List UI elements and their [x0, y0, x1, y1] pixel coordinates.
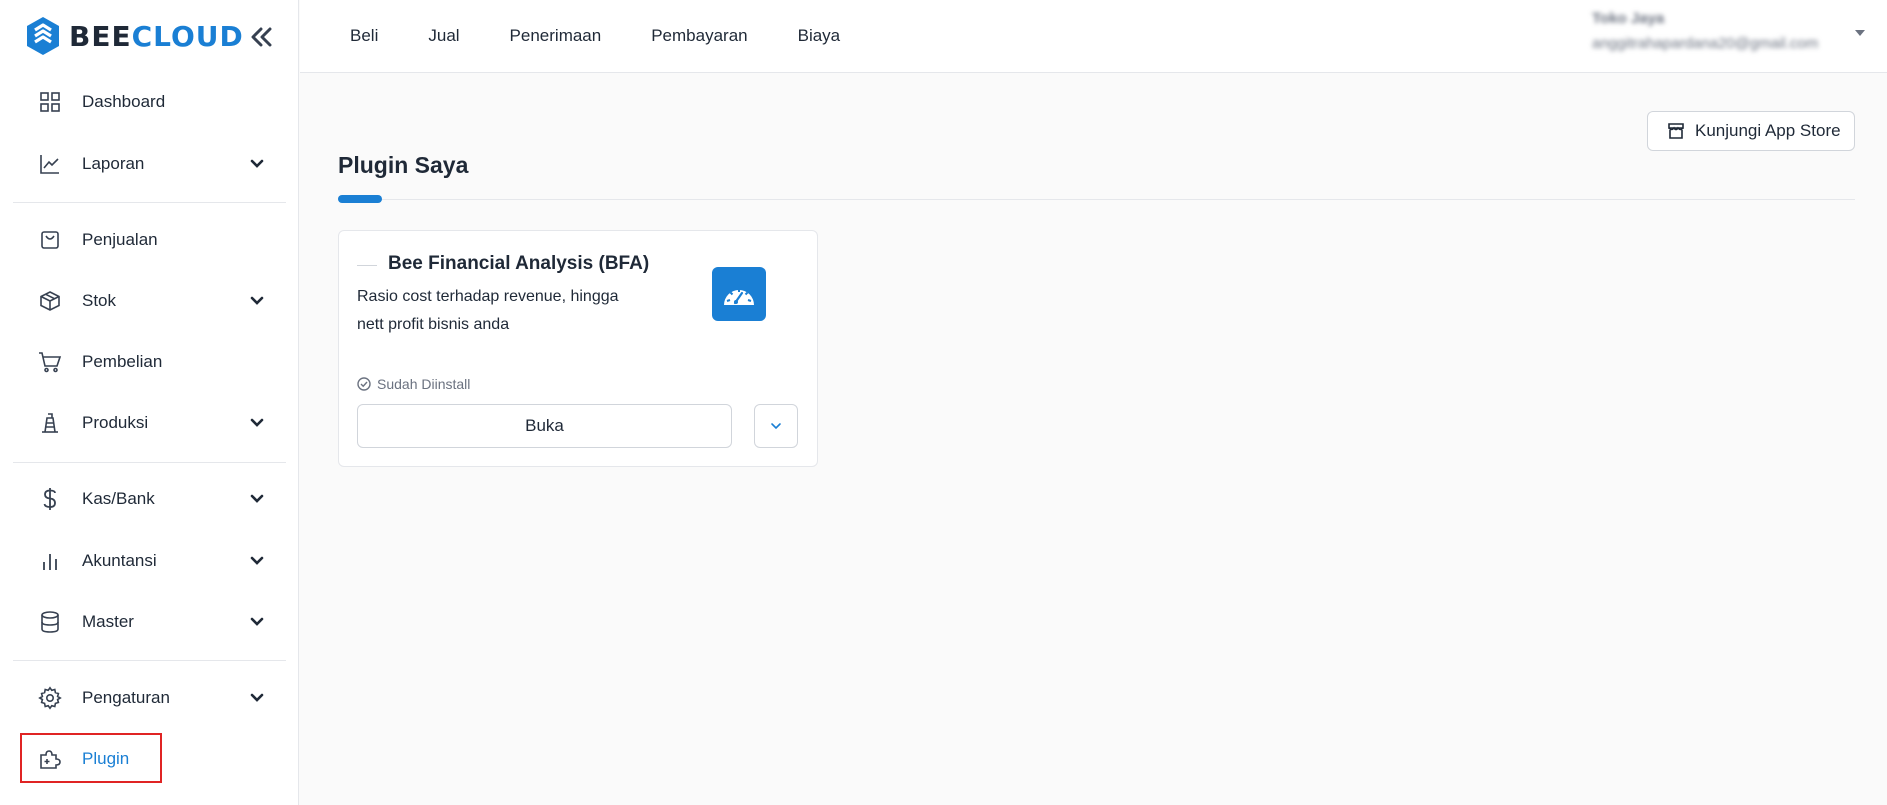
brand-name: BEECLOUD: [69, 20, 244, 53]
installed-status: Sudah Diinstall: [357, 376, 470, 392]
plugin-options-button[interactable]: [754, 404, 798, 448]
chevron-down-icon: [247, 612, 267, 632]
user-menu[interactable]: Toko Jaya anggitrahapardana20@gmail.com: [1592, 10, 1852, 52]
factory-icon: [35, 408, 65, 438]
plugin-card: Bee Financial Analysis (BFA) Rasio cost …: [338, 230, 818, 467]
check-circle-icon: [357, 377, 371, 391]
shopping-bag-icon: [35, 225, 65, 255]
bar-chart-icon: [35, 546, 65, 576]
chevron-down-icon: [247, 154, 267, 174]
chevron-down-icon: [771, 423, 781, 430]
dollar-icon: [35, 484, 65, 514]
installed-status-text: Sudah Diinstall: [377, 376, 471, 392]
user-email: anggitrahapardana20@gmail.com: [1592, 35, 1819, 52]
chevron-down-icon: [247, 551, 267, 571]
main-content: Kunjungi App Store Plugin Saya Bee Finan…: [300, 74, 1887, 805]
speedometer-icon: [724, 289, 754, 305]
sidebar-item-master[interactable]: Master: [22, 598, 277, 646]
plugin-title: Bee Financial Analysis (BFA): [388, 253, 650, 274]
double-chevron-left-icon: [251, 27, 272, 47]
topnav-jual[interactable]: Jual: [428, 26, 459, 46]
sidebar-item-stok[interactable]: Stok: [22, 277, 277, 325]
grid-icon: [35, 87, 65, 117]
plugin-highlight-box: [20, 733, 162, 783]
user-name: Toko Jaya: [1592, 10, 1665, 27]
beecloud-logo-icon: [27, 17, 59, 55]
sidebar-item-label: Produksi: [82, 413, 149, 432]
sidebar-item-penjualan[interactable]: Penjualan: [22, 216, 277, 264]
sidebar-item-label: Laporan: [82, 154, 145, 173]
logo[interactable]: BEECLOUD: [0, 0, 298, 72]
topnav-penerimaan[interactable]: Penerimaan: [510, 26, 602, 46]
sidebar-item-label: Kas/Bank: [82, 489, 155, 508]
collapse-sidebar-button[interactable]: [246, 22, 276, 52]
line-chart-icon: [35, 149, 65, 179]
sidebar-item-label: Pengaturan: [82, 688, 170, 707]
card-dash: [357, 265, 377, 266]
sidebar-divider: [13, 202, 286, 203]
sidebar-divider: [13, 462, 286, 463]
page-title: Plugin Saya: [338, 152, 469, 178]
cart-icon: [35, 347, 65, 377]
top-bar: Beli Jual Penerimaan Pembayaran Biaya To…: [300, 0, 1887, 73]
sidebar-item-label: Master: [82, 612, 134, 631]
sidebar-item-dashboard[interactable]: Dashboard: [22, 78, 277, 126]
sidebar-item-label: Akuntansi: [82, 551, 157, 570]
sidebar-item-pembelian[interactable]: Pembelian: [22, 338, 277, 386]
sidebar-item-label: Pembelian: [82, 352, 163, 371]
gear-icon: [35, 683, 65, 713]
sidebar: BEECLOUD Dashboard Laporan Penjualan Sto…: [0, 0, 299, 805]
plugin-description: Rasio cost terhadap revenue, hingga nett…: [357, 288, 619, 333]
sidebar-item-label: Penjualan: [82, 230, 158, 249]
sidebar-item-pengaturan[interactable]: Pengaturan: [22, 674, 277, 722]
sidebar-item-laporan[interactable]: Laporan: [22, 140, 277, 188]
sidebar-item-kas-bank[interactable]: Kas/Bank: [22, 475, 277, 523]
sidebar-divider: [13, 660, 286, 661]
open-plugin-button[interactable]: Buka: [357, 404, 732, 448]
store-icon: [1668, 123, 1684, 139]
sidebar-item-produksi[interactable]: Produksi: [22, 399, 277, 447]
active-tab-indicator: [338, 195, 382, 203]
visit-app-store-label: Kunjungi App Store: [1695, 121, 1841, 140]
sidebar-item-label: Stok: [82, 291, 117, 310]
brand-part2: CLOUD: [131, 19, 244, 53]
caret-down-icon[interactable]: [1855, 30, 1865, 36]
sidebar-item-akuntansi[interactable]: Akuntansi: [22, 537, 277, 585]
plugin-logo: [712, 267, 766, 321]
top-nav: Beli Jual Penerimaan Pembayaran Biaya: [350, 26, 890, 46]
database-icon: [35, 607, 65, 637]
title-underline: [338, 199, 1855, 200]
sidebar-item-label: Dashboard: [82, 92, 166, 111]
visit-app-store-button[interactable]: Kunjungi App Store: [1647, 111, 1855, 151]
brand-part1: BEE: [69, 19, 132, 53]
chevron-down-icon: [247, 688, 267, 708]
topnav-pembayaran[interactable]: Pembayaran: [651, 26, 747, 46]
chevron-down-icon: [247, 413, 267, 433]
chevron-down-icon: [247, 291, 267, 311]
chevron-down-icon: [247, 489, 267, 509]
topnav-beli[interactable]: Beli: [350, 26, 378, 46]
topnav-biaya[interactable]: Biaya: [798, 26, 841, 46]
box-icon: [35, 286, 65, 316]
